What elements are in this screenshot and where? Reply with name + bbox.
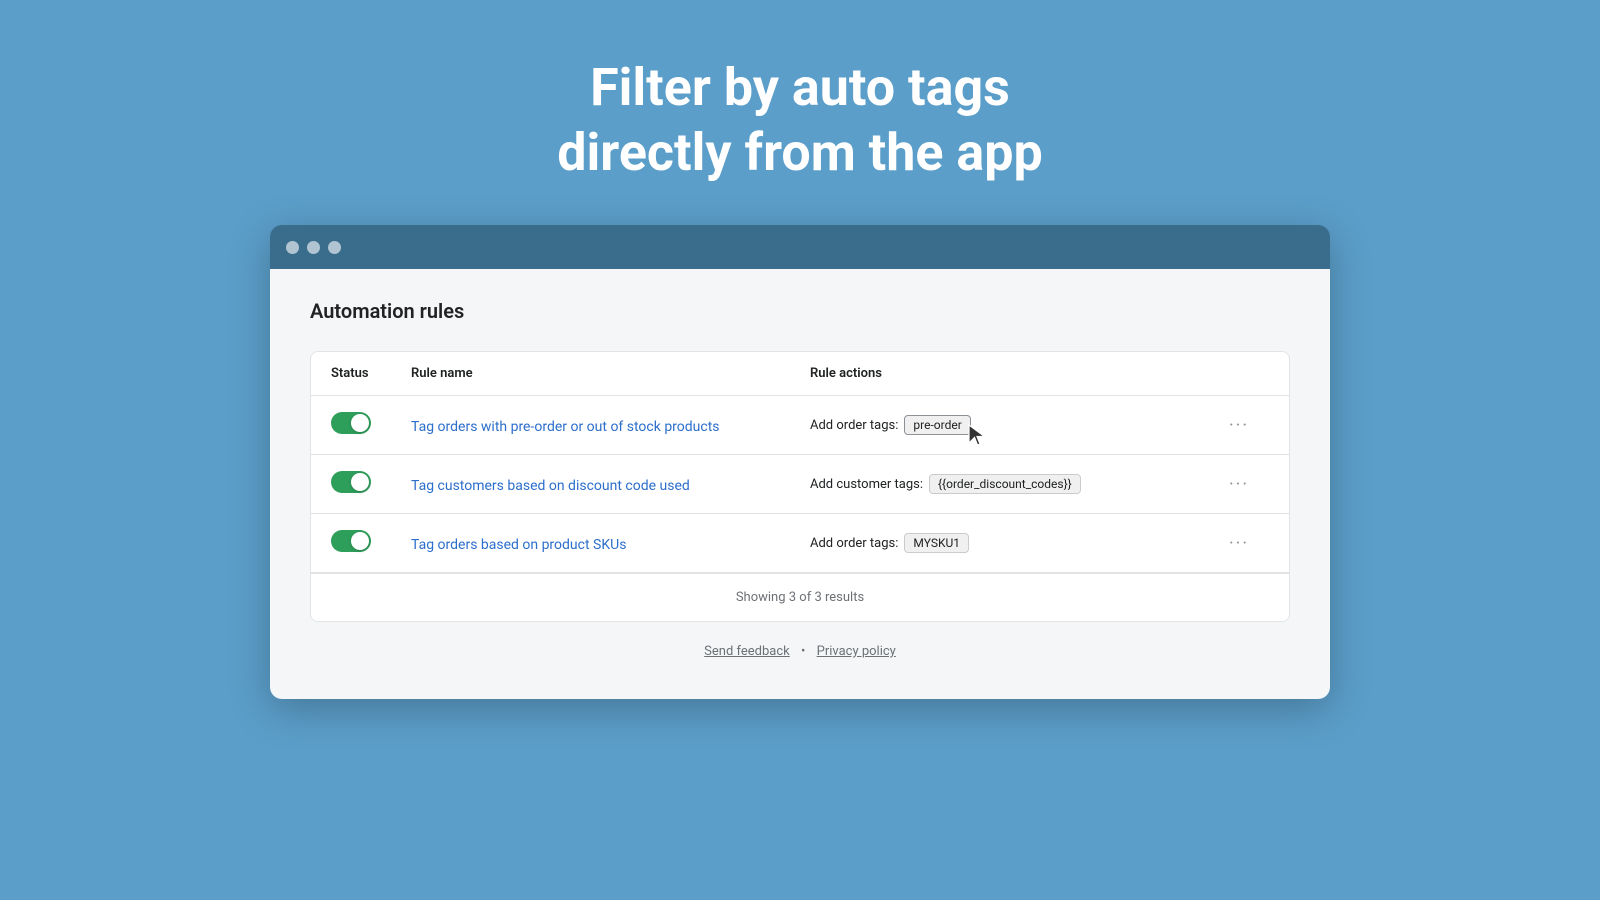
tag-badge-row1: pre-order bbox=[904, 415, 970, 435]
browser-dot-green bbox=[328, 241, 341, 254]
browser-window: Automation rules Status Rule name Rule a… bbox=[270, 225, 1330, 699]
more-actions-row1[interactable]: ··· bbox=[1209, 415, 1269, 436]
footer-separator: • bbox=[801, 644, 805, 659]
browser-dot-red bbox=[286, 241, 299, 254]
actions-label-row1: Add order tags: bbox=[810, 418, 898, 433]
header-rule-actions: Rule actions bbox=[810, 366, 1209, 381]
hero-title: Filter by auto tags directly from the ap… bbox=[557, 55, 1042, 185]
privacy-policy-link[interactable]: Privacy policy bbox=[817, 644, 896, 659]
more-actions-row2[interactable]: ··· bbox=[1209, 474, 1269, 495]
table-row: Tag customers based on discount code use… bbox=[311, 455, 1289, 514]
send-feedback-link[interactable]: Send feedback bbox=[704, 644, 790, 659]
tag-badge-row2: {{order_discount_codes}} bbox=[929, 474, 1081, 494]
tag-badge-wrapper-row1: pre-order bbox=[904, 415, 970, 435]
rule-name-row3[interactable]: Tag orders based on product SKUs bbox=[411, 534, 810, 553]
toggle-row2[interactable] bbox=[331, 471, 411, 497]
toggle-row1[interactable] bbox=[331, 412, 411, 438]
actions-label-row3: Add order tags: bbox=[810, 536, 898, 551]
toggle-row3[interactable] bbox=[331, 530, 411, 556]
automation-rules-table: Status Rule name Rule actions Tag orders… bbox=[310, 351, 1290, 622]
browser-titlebar bbox=[270, 225, 1330, 269]
table-footer: Showing 3 of 3 results bbox=[311, 573, 1289, 621]
rule-actions-row3: Add order tags: MYSKU1 bbox=[810, 533, 1209, 553]
results-count: Showing 3 of 3 results bbox=[736, 590, 864, 605]
hero-line1: Filter by auto tags bbox=[590, 57, 1010, 118]
browser-content: Automation rules Status Rule name Rule a… bbox=[270, 269, 1330, 699]
browser-dot-yellow bbox=[307, 241, 320, 254]
hero-line2: directly from the app bbox=[557, 122, 1042, 183]
page-footer: Send feedback • Privacy policy bbox=[310, 644, 1290, 659]
rule-name-row1[interactable]: Tag orders with pre-order or out of stoc… bbox=[411, 416, 810, 435]
table-row: Tag orders based on product SKUs Add ord… bbox=[311, 514, 1289, 573]
header-actions bbox=[1209, 366, 1269, 381]
header-rule-name: Rule name bbox=[411, 366, 810, 381]
header-status: Status bbox=[331, 366, 411, 381]
rule-name-row2[interactable]: Tag customers based on discount code use… bbox=[411, 475, 810, 494]
rule-actions-row2: Add customer tags: {{order_discount_code… bbox=[810, 474, 1209, 494]
tag-badge-row3: MYSKU1 bbox=[904, 533, 969, 553]
rule-actions-row1: Add order tags: pre-order bbox=[810, 415, 1209, 435]
table-row: Tag orders with pre-order or out of stoc… bbox=[311, 396, 1289, 455]
more-actions-row3[interactable]: ··· bbox=[1209, 533, 1269, 554]
actions-label-row2: Add customer tags: bbox=[810, 477, 923, 492]
table-header: Status Rule name Rule actions bbox=[311, 352, 1289, 396]
page-title: Automation rules bbox=[310, 299, 1290, 323]
